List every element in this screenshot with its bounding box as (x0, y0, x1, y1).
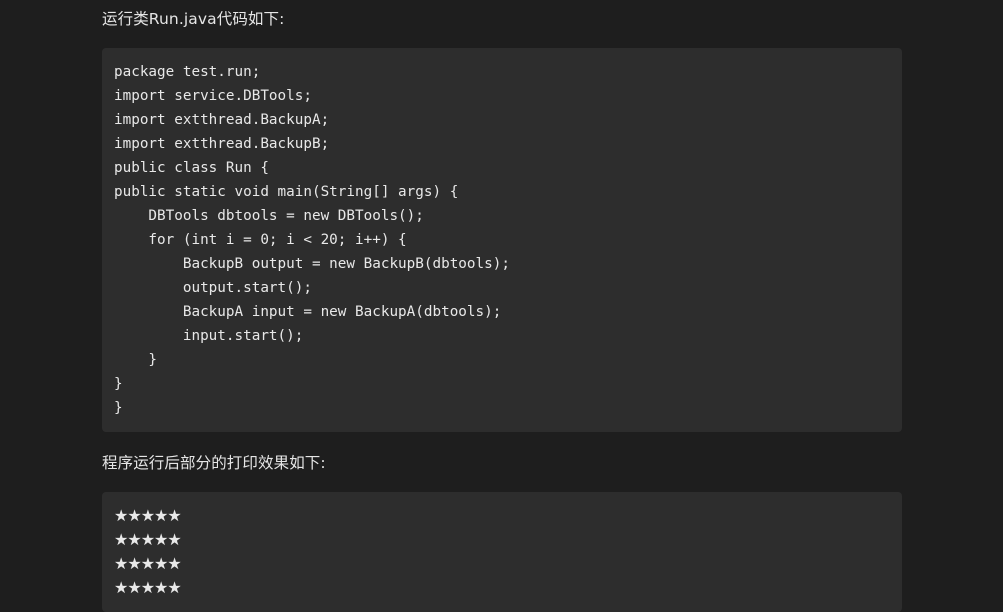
code-line: public class Run { (114, 160, 269, 176)
code-line: output.start(); (114, 280, 312, 296)
code-line: } (114, 400, 123, 416)
output-line: ★★★★★ (114, 554, 182, 573)
code-block-output: ★★★★★ ★★★★★ ★★★★★ ★★★★★ (102, 492, 902, 612)
code-block-run-java: package test.run; import service.DBTools… (102, 48, 902, 432)
paragraph-intro: 运行类Run.java代码如下: (102, 10, 285, 28)
code-line: import extthread.BackupA; (114, 112, 330, 128)
code-line: import extthread.BackupB; (114, 136, 330, 152)
code-line: import service.DBTools; (114, 88, 312, 104)
code-line: package test.run; (114, 64, 261, 80)
code-line: } (114, 376, 123, 392)
code-line: public static void main(String[] args) { (114, 184, 459, 200)
code-line: } (114, 352, 158, 368)
code-line: BackupB output = new BackupB(dbtools); (114, 256, 510, 272)
code-line: input.start(); (114, 328, 304, 344)
output-line: ★★★★★ (114, 578, 182, 597)
paragraph-output-intro: 程序运行后部分的打印效果如下: (102, 454, 326, 472)
output-line: ★★★★★ (114, 506, 182, 525)
output-line: ★★★★★ (114, 530, 182, 549)
code-line: DBTools dbtools = new DBTools(); (114, 208, 424, 224)
code-line: BackupA input = new BackupA(dbtools); (114, 304, 502, 320)
code-line: for (int i = 0; i < 20; i++) { (114, 232, 407, 248)
